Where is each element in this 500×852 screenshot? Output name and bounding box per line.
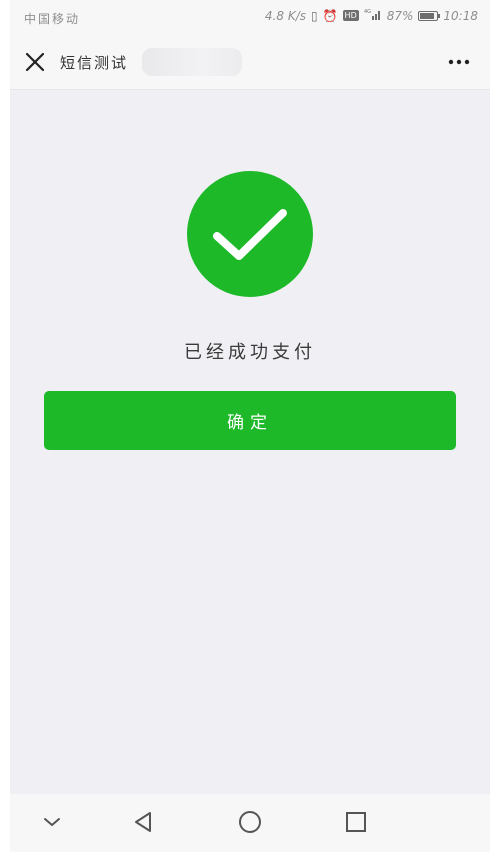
title-redacted-blur	[142, 48, 242, 76]
home-button[interactable]	[236, 808, 264, 836]
recents-square-icon	[346, 812, 366, 832]
system-nav-bar	[10, 794, 490, 852]
network-type: 4G	[364, 9, 371, 15]
more-horizontal-icon	[448, 59, 470, 65]
check-circle-icon	[187, 171, 313, 297]
more-button[interactable]	[446, 54, 472, 70]
battery-icon	[418, 10, 441, 21]
clock: 10:18	[443, 8, 478, 23]
carrier-name: 中国移动	[24, 12, 81, 26]
close-icon	[25, 52, 45, 72]
vibrate-icon: ▯	[310, 8, 318, 23]
hd-badge: HD	[342, 10, 359, 21]
battery-fill	[420, 12, 435, 19]
recents-button[interactable]	[342, 808, 370, 836]
home-circle-icon	[239, 811, 261, 833]
alarm-icon: ⏰	[322, 8, 338, 23]
status-bar: 中国移动 4.8 K/s ▯ ⏰ HD 4G 87% 10:18	[10, 0, 490, 36]
back-button[interactable]	[130, 808, 158, 836]
confirm-button[interactable]: 确定	[44, 391, 456, 450]
success-message: 已经成功支付	[184, 342, 316, 363]
signal-icon: 4G	[364, 8, 382, 23]
battery-percent: 87%	[386, 8, 414, 23]
status-indicators: 4.8 K/s ▯ ⏰ HD 4G 87% 10:18	[265, 8, 478, 23]
collapse-button[interactable]	[38, 808, 66, 836]
nav-bar: 短信测试	[10, 36, 490, 90]
page-title: 短信测试	[60, 54, 129, 72]
chevron-down-icon	[44, 818, 60, 826]
close-button[interactable]	[22, 49, 48, 75]
phone-screen: 中国移动 4.8 K/s ▯ ⏰ HD 4G 87% 10:18 短信测试 已经…	[10, 0, 490, 852]
network-speed: 4.8 K/s	[264, 8, 306, 23]
back-triangle-icon	[135, 812, 151, 832]
